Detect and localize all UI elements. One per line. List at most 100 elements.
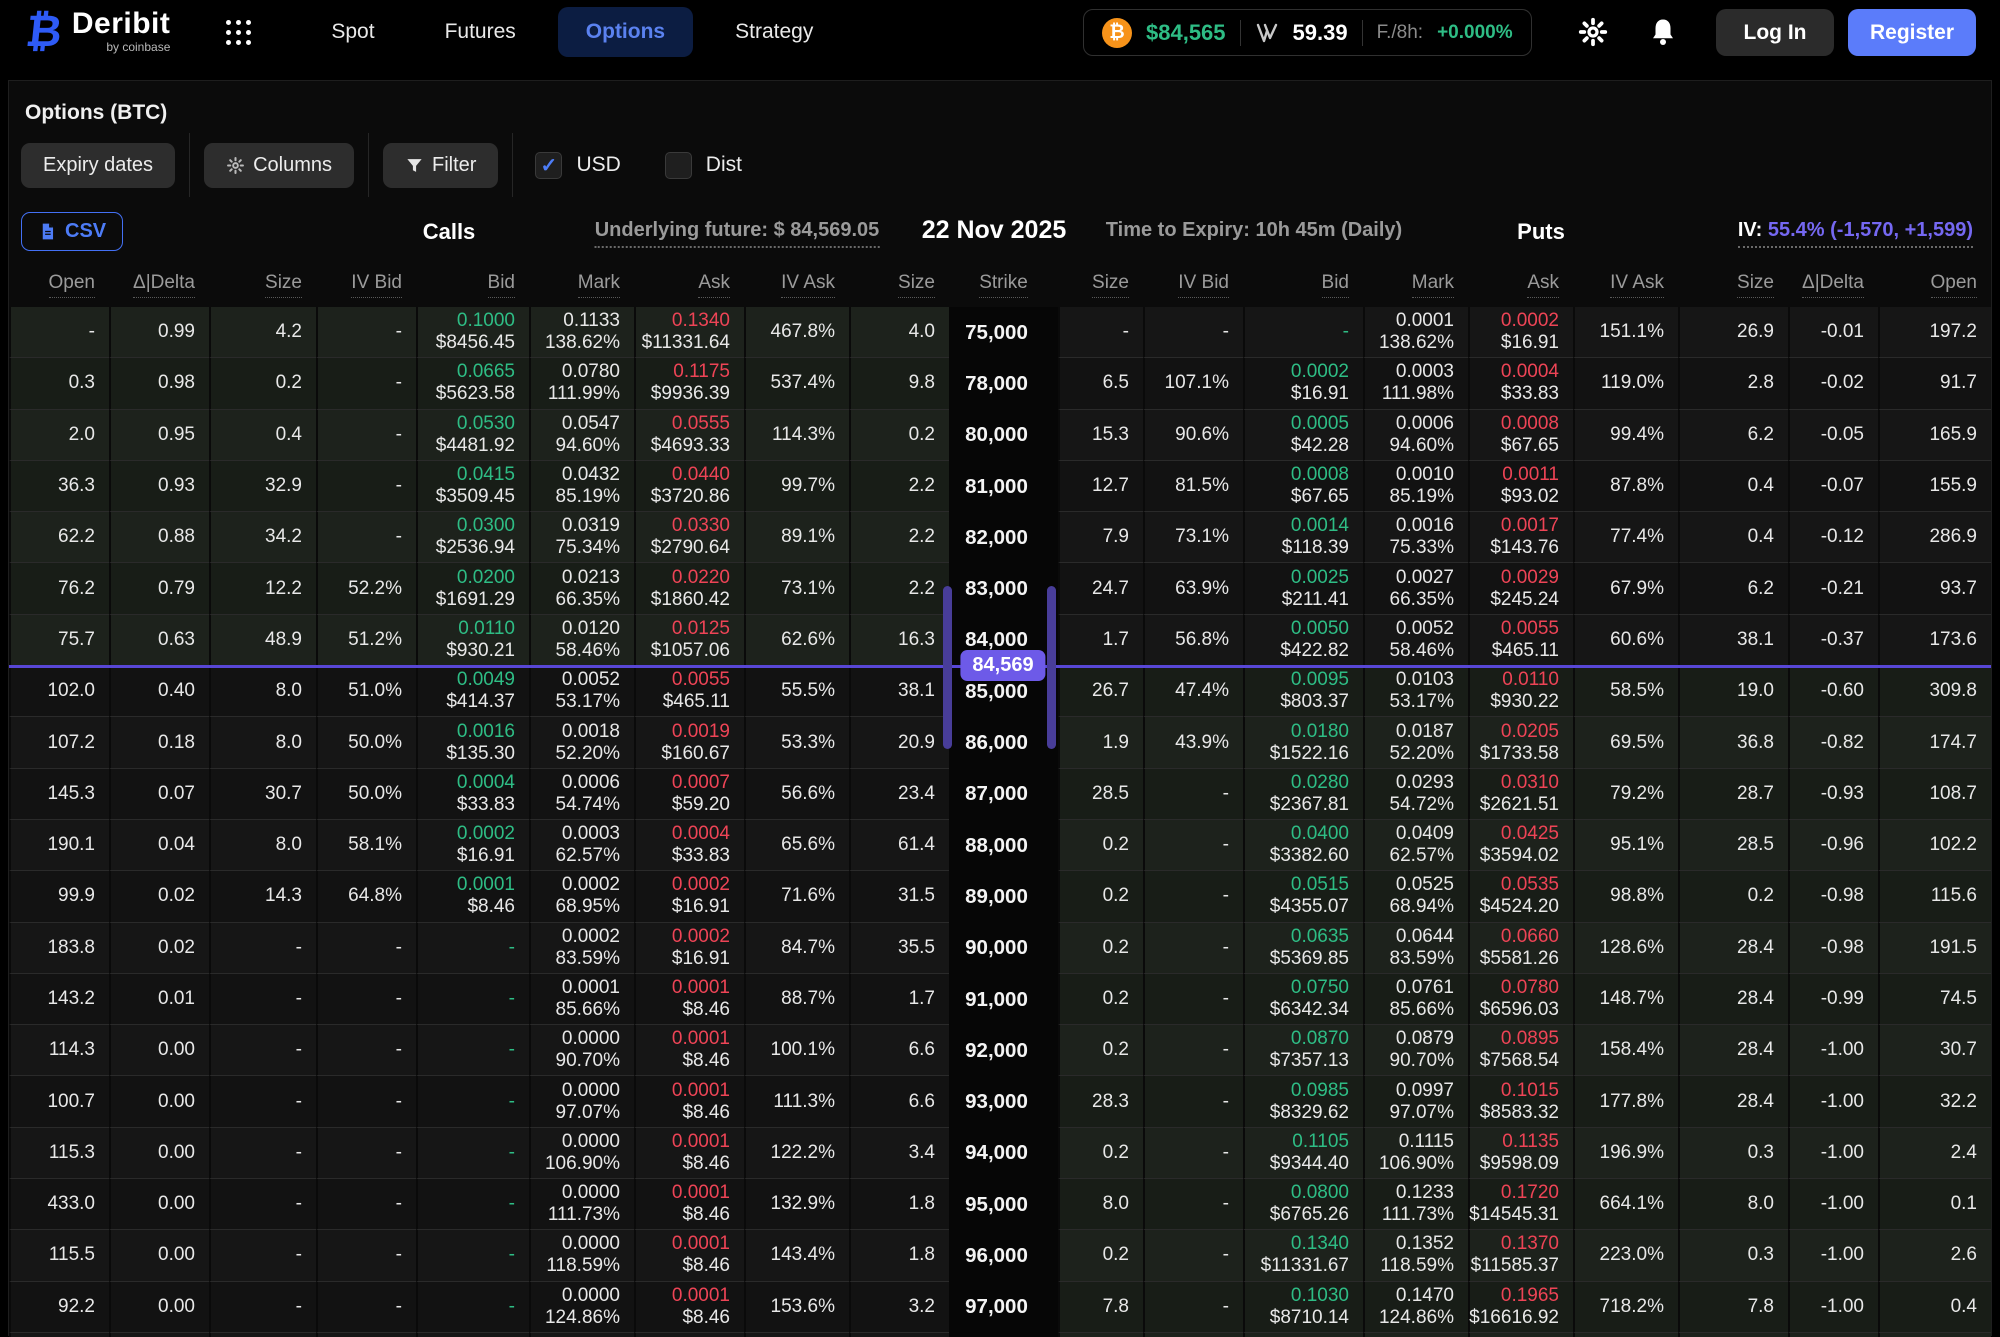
put-size2-cell[interactable]: 28.4 [1678, 923, 1788, 974]
call-iv-bid-cell[interactable]: 51.2% [316, 615, 416, 666]
put-mark-cell[interactable]: 0.010353.17% [1363, 666, 1468, 717]
calls-header-iv-bid-3[interactable]: IV Bid [316, 272, 416, 307]
put-mark-cell[interactable]: 0.0001138.62% [1363, 307, 1468, 358]
call-delta-cell[interactable]: 0.00 [109, 1282, 209, 1333]
call-open-cell[interactable]: 143.2 [9, 974, 109, 1025]
put-iv-bid-cell[interactable]: - [1143, 1230, 1243, 1281]
put-bid-cell[interactable]: 0.0014$118.39 [1243, 512, 1363, 563]
put-iv-bid-cell[interactable]: - [1143, 1282, 1243, 1333]
put-iv-ask-cell[interactable]: 664.1% [1573, 1179, 1678, 1230]
call-bid-cell[interactable]: 0.0002$16.91 [416, 820, 529, 871]
call-iv-ask-cell[interactable]: 143.4% [744, 1230, 849, 1281]
put-delta-cell[interactable]: -0.98 [1788, 923, 1878, 974]
call-size2-cell[interactable]: 31.5 [849, 871, 949, 922]
put-mark-cell[interactable]: 0.005258.46% [1363, 615, 1468, 666]
put-iv-ask-cell[interactable]: 151.1% [1573, 307, 1678, 358]
call-size-cell[interactable]: 30.7 [209, 769, 316, 820]
market-ticker[interactable]: ₿ $84,565 59.39 F./8h: +0.000% [1083, 9, 1532, 56]
put-iv-bid-cell[interactable]: - [1143, 923, 1243, 974]
put-delta-cell[interactable]: -0.02 [1788, 358, 1878, 409]
put-bid-cell[interactable]: 0.0400$3382.60 [1243, 820, 1363, 871]
put-iv-bid-cell[interactable]: - [1143, 1076, 1243, 1127]
put-iv-ask-cell[interactable]: 158.4% [1573, 1025, 1678, 1076]
call-ask-cell[interactable]: 0.0001$8.46 [634, 974, 744, 1025]
call-delta-cell[interactable]: 0.98 [109, 358, 209, 409]
put-iv-ask-cell[interactable]: 79.2% [1573, 769, 1678, 820]
put-size-cell[interactable]: 26.7 [1058, 666, 1143, 717]
call-size-cell[interactable]: 0.2 [209, 358, 316, 409]
put-bid-cell[interactable]: 0.0005$42.28 [1243, 410, 1363, 461]
call-iv-bid-cell[interactable]: - [316, 410, 416, 461]
put-ask-cell[interactable]: 0.0008$67.65 [1468, 410, 1573, 461]
put-bid-cell[interactable]: 0.0800$6765.26 [1243, 1179, 1363, 1230]
put-size2-cell[interactable]: 0.3 [1678, 1230, 1788, 1281]
put-open-cell[interactable]: 102.2 [1878, 820, 1991, 871]
put-iv-ask-cell[interactable]: 58.5% [1573, 666, 1678, 717]
put-size-cell[interactable]: - [1058, 307, 1143, 358]
call-bid-cell[interactable]: 0.0049$414.37 [416, 666, 529, 717]
call-iv-bid-cell[interactable]: - [316, 461, 416, 512]
put-open-cell[interactable]: 155.9 [1878, 461, 1991, 512]
call-size-cell[interactable]: 32.9 [209, 461, 316, 512]
put-ask-cell[interactable]: 0.0660$5581.26 [1468, 923, 1573, 974]
put-mark-cell[interactable]: 0.1233111.73% [1363, 1179, 1468, 1230]
call-iv-bid-cell[interactable]: 64.8% [316, 871, 416, 922]
deribit-logo[interactable]: ₿ Deribit by coinbase [26, 10, 170, 54]
put-open-cell[interactable]: 191.5 [1878, 923, 1991, 974]
call-delta-cell[interactable]: 0.00 [109, 1179, 209, 1230]
put-iv-ask-cell[interactable]: 177.8% [1573, 1076, 1678, 1127]
put-size2-cell[interactable]: 8.0 [1678, 1179, 1788, 1230]
put-bid-cell[interactable]: 0.0002$16.91 [1243, 358, 1363, 409]
call-iv-ask-cell[interactable]: 62.6% [744, 615, 849, 666]
put-iv-ask-cell[interactable]: 69.5% [1573, 717, 1678, 768]
call-ask-cell[interactable] [634, 1333, 744, 1337]
put-mark-cell[interactable] [1363, 1333, 1468, 1337]
call-bid-cell[interactable]: 0.0001$8.46 [416, 871, 529, 922]
put-size2-cell[interactable]: 0.4 [1678, 512, 1788, 563]
put-delta-cell[interactable]: -0.07 [1788, 461, 1878, 512]
put-ask-cell[interactable]: 0.1370$11585.37 [1468, 1230, 1573, 1281]
put-size-cell[interactable]: 7.9 [1058, 512, 1143, 563]
put-iv-ask-cell[interactable] [1573, 1333, 1678, 1337]
calls-header--delta-1[interactable]: Δ|Delta [109, 272, 209, 307]
call-bid-cell[interactable]: - [416, 923, 529, 974]
call-mark-cell[interactable] [529, 1333, 634, 1337]
strike-header[interactable]: Strike [949, 272, 1058, 307]
call-size-cell[interactable]: - [209, 974, 316, 1025]
call-open-cell[interactable]: 102.0 [9, 666, 109, 717]
put-size2-cell[interactable]: 28.4 [1678, 1025, 1788, 1076]
call-open-cell[interactable]: 75.7 [9, 615, 109, 666]
call-size2-cell[interactable]: 61.4 [849, 820, 949, 871]
call-ask-cell[interactable]: 0.0001$8.46 [634, 1282, 744, 1333]
put-iv-ask-cell[interactable]: 718.2% [1573, 1282, 1678, 1333]
put-size-cell[interactable]: 1.7 [1058, 615, 1143, 666]
call-size2-cell[interactable]: 9.8 [849, 358, 949, 409]
put-delta-cell[interactable]: -1.00 [1788, 1128, 1878, 1179]
columns-button[interactable]: Columns [204, 143, 354, 188]
filter-button[interactable]: Filter [383, 143, 498, 188]
call-bid-cell[interactable]: 0.0016$135.30 [416, 717, 529, 768]
call-iv-bid-cell[interactable]: 50.0% [316, 717, 416, 768]
put-delta-cell[interactable]: -0.96 [1788, 820, 1878, 871]
iv-summary[interactable]: IV: 55.4% (-1,570, +1,599) [1738, 219, 1973, 248]
usd-checkbox[interactable]: ✓ USD [535, 152, 620, 179]
call-iv-ask-cell[interactable]: 55.5% [744, 666, 849, 717]
put-iv-bid-cell[interactable]: 90.6% [1143, 410, 1243, 461]
put-size-cell[interactable]: 0.2 [1058, 820, 1143, 871]
call-size2-cell[interactable]: 4.0 [849, 307, 949, 358]
put-ask-cell[interactable]: 0.0535$4524.20 [1468, 871, 1573, 922]
put-size-cell[interactable]: 0.2 [1058, 974, 1143, 1025]
put-delta-cell[interactable]: -0.98 [1788, 871, 1878, 922]
call-delta-cell[interactable]: 0.88 [109, 512, 209, 563]
call-ask-cell[interactable]: 0.0220$1860.42 [634, 563, 744, 614]
put-iv-bid-cell[interactable] [1143, 1333, 1243, 1337]
call-size-cell[interactable]: 4.2 [209, 307, 316, 358]
put-ask-cell[interactable]: 0.0011$93.02 [1468, 461, 1573, 512]
put-ask-cell[interactable]: 0.0310$2621.51 [1468, 769, 1573, 820]
put-size-cell[interactable]: 24.7 [1058, 563, 1143, 614]
login-button[interactable]: Log In [1716, 9, 1834, 56]
put-mark-cell[interactable]: 0.099797.07% [1363, 1076, 1468, 1127]
call-bid-cell[interactable]: - [416, 1128, 529, 1179]
call-size2-cell[interactable]: 6.6 [849, 1025, 949, 1076]
put-size2-cell[interactable]: 0.2 [1678, 871, 1788, 922]
